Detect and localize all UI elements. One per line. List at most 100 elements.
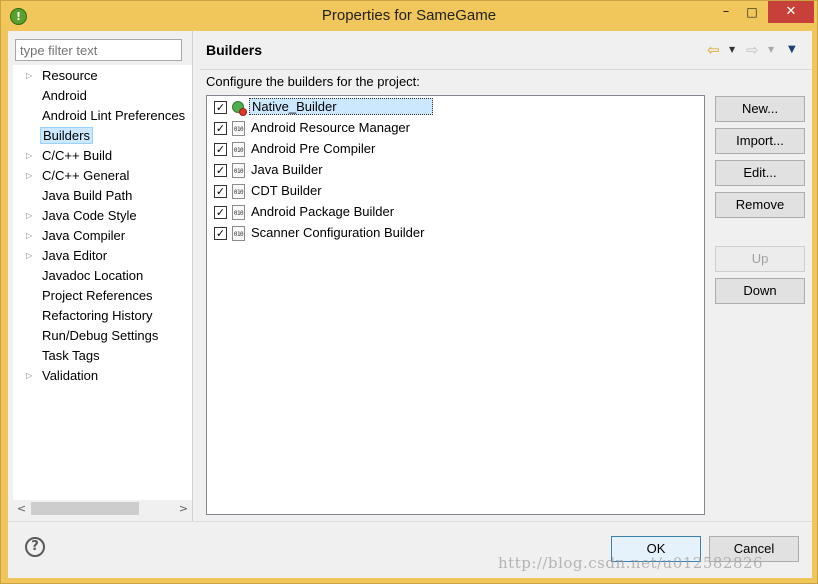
- back-arrow-icon[interactable]: ⇦: [707, 41, 720, 59]
- dialog-body: ▷ Resource Android Android Lint Preferen…: [8, 31, 812, 578]
- tree-item-label: Android Lint Preferences: [42, 108, 186, 123]
- binary-builder-icon: 010: [232, 226, 245, 241]
- tree-item-javadoc-location[interactable]: Javadoc Location: [13, 267, 192, 286]
- scroll-right-icon[interactable]: >: [175, 500, 192, 517]
- back-dropdown-icon[interactable]: ▼: [729, 41, 735, 59]
- property-page-tree[interactable]: ▷ Resource Android Android Lint Preferen…: [13, 65, 192, 517]
- title-bar[interactable]: ! Properties for SameGame – □ ✕: [1, 1, 817, 31]
- forward-dropdown-icon[interactable]: ▼: [768, 41, 774, 59]
- binary-builder-icon: 010: [232, 121, 245, 136]
- expand-arrow-icon[interactable]: ▷: [26, 370, 36, 382]
- page-title: Builders: [206, 42, 263, 58]
- builder-checkbox[interactable]: ✓: [214, 101, 227, 114]
- expand-arrow-icon[interactable]: ▷: [26, 170, 36, 182]
- maximize-button[interactable]: □: [739, 1, 765, 23]
- tree-item-java-compiler[interactable]: ▷ Java Compiler: [13, 227, 192, 246]
- tree-item-validation[interactable]: ▷ Validation: [13, 367, 192, 386]
- tree-item-resource[interactable]: ▷ Resource: [13, 67, 192, 86]
- tree-item-refactoring-history[interactable]: Refactoring History: [13, 307, 192, 326]
- builder-checkbox[interactable]: ✓: [214, 122, 227, 135]
- tree-item-label: Java Editor: [42, 248, 108, 263]
- builder-checkbox[interactable]: ✓: [214, 227, 227, 240]
- view-menu-icon[interactable]: ▼: [788, 41, 796, 59]
- builder-row[interactable]: ✓ 010 CDT Builder: [212, 182, 692, 201]
- import-button[interactable]: Import...: [715, 128, 805, 154]
- builder-label: Android Package Builder: [251, 204, 395, 219]
- header-separator: [200, 69, 812, 70]
- tree-item-java-code-style[interactable]: ▷ Java Code Style: [13, 207, 192, 226]
- native-builder-icon: [232, 100, 247, 116]
- window-title: Properties for SameGame: [321, 7, 497, 24]
- builders-list[interactable]: ✓ Native_Builder ✓ 010 Android Resource …: [206, 95, 705, 515]
- close-button[interactable]: ✕: [768, 1, 814, 23]
- filter-input[interactable]: [15, 39, 182, 61]
- tree-item-label: C/C++ General: [42, 168, 130, 183]
- builder-row[interactable]: ✓ 010 Java Builder: [212, 161, 692, 180]
- builder-label: Java Builder: [251, 162, 323, 177]
- builder-row[interactable]: ✓ 010 Android Package Builder: [212, 203, 692, 222]
- tree-item-java-editor[interactable]: ▷ Java Editor: [13, 247, 192, 266]
- builder-checkbox[interactable]: ✓: [214, 143, 227, 156]
- tree-item-android[interactable]: Android: [13, 87, 192, 106]
- tree-item-android-lint-preferences[interactable]: Android Lint Preferences: [13, 107, 192, 126]
- tree-item-label: Java Compiler: [42, 228, 126, 243]
- builders-description: Configure the builders for the project:: [206, 74, 420, 89]
- builder-row[interactable]: ✓ Native_Builder: [212, 98, 692, 117]
- binary-builder-icon: 010: [232, 184, 245, 199]
- expand-arrow-icon[interactable]: ▷: [26, 250, 36, 262]
- builder-checkbox[interactable]: ✓: [214, 164, 227, 177]
- tree-item-cpp-build[interactable]: ▷ C/C++ Build: [13, 147, 192, 166]
- tree-item-label: C/C++ Build: [42, 148, 113, 163]
- forward-arrow-icon[interactable]: ⇨: [746, 41, 759, 59]
- tree-item-label: Run/Debug Settings: [42, 328, 159, 343]
- binary-builder-icon: 010: [232, 142, 245, 157]
- pane-divider[interactable]: [192, 31, 193, 521]
- edit-button[interactable]: Edit...: [715, 160, 805, 186]
- tree-item-label: Java Code Style: [42, 208, 137, 223]
- tree-item-label: Javadoc Location: [42, 268, 144, 283]
- expand-arrow-icon[interactable]: ▷: [26, 230, 36, 242]
- binary-builder-icon: 010: [232, 163, 245, 178]
- tree-item-cpp-general[interactable]: ▷ C/C++ General: [13, 167, 192, 186]
- watermark-text: http://blog.csdn.net/u012582826: [498, 554, 764, 572]
- tree-item-label: Android: [42, 88, 87, 103]
- builder-label: Android Resource Manager: [251, 120, 410, 135]
- expand-arrow-icon[interactable]: ▷: [26, 70, 36, 82]
- tree-item-label: Builders: [40, 127, 93, 144]
- tree-horizontal-scrollbar[interactable]: < >: [13, 500, 192, 517]
- tree-item-project-references[interactable]: Project References: [13, 287, 192, 306]
- tree-item-java-build-path[interactable]: Java Build Path: [13, 187, 192, 206]
- builder-label: Native_Builder: [249, 98, 433, 115]
- builder-row[interactable]: ✓ 010 Scanner Configuration Builder: [212, 224, 692, 243]
- tree-item-task-tags[interactable]: Task Tags: [13, 347, 192, 366]
- tree-item-label: Resource: [42, 68, 98, 83]
- help-icon[interactable]: ?: [25, 537, 45, 557]
- tree-item-label: Refactoring History: [42, 308, 153, 323]
- expand-arrow-icon[interactable]: ▷: [26, 210, 36, 222]
- down-button[interactable]: Down: [715, 278, 805, 304]
- up-button[interactable]: Up: [715, 246, 805, 272]
- minimize-button[interactable]: –: [713, 1, 739, 23]
- binary-builder-icon: 010: [232, 205, 245, 220]
- builder-label: Android Pre Compiler: [251, 141, 376, 156]
- new-button[interactable]: New...: [715, 96, 805, 122]
- scroll-left-icon[interactable]: <: [13, 500, 30, 517]
- page-navigation: ⇦ ▼ ⇨ ▼ ▼: [707, 41, 807, 59]
- tree-item-label: Validation: [42, 368, 99, 383]
- builder-label: CDT Builder: [251, 183, 322, 198]
- expand-arrow-icon[interactable]: ▷: [26, 150, 36, 162]
- builder-label: Scanner Configuration Builder: [251, 225, 425, 240]
- properties-dialog: ! Properties for SameGame – □ ✕ ▷ Resour…: [0, 0, 818, 584]
- builder-checkbox[interactable]: ✓: [214, 206, 227, 219]
- footer-separator: [8, 521, 812, 522]
- builder-row[interactable]: ✓ 010 Android Pre Compiler: [212, 140, 692, 159]
- tree-item-label: Java Build Path: [42, 188, 133, 203]
- scrollbar-thumb[interactable]: [31, 502, 139, 515]
- tree-item-builders[interactable]: Builders: [13, 127, 192, 146]
- tree-item-label: Project References: [42, 288, 153, 303]
- builder-row[interactable]: ✓ 010 Android Resource Manager: [212, 119, 692, 138]
- tree-item-label: Task Tags: [42, 348, 100, 363]
- builder-checkbox[interactable]: ✓: [214, 185, 227, 198]
- remove-button[interactable]: Remove: [715, 192, 805, 218]
- tree-item-run-debug-settings[interactable]: Run/Debug Settings: [13, 327, 192, 346]
